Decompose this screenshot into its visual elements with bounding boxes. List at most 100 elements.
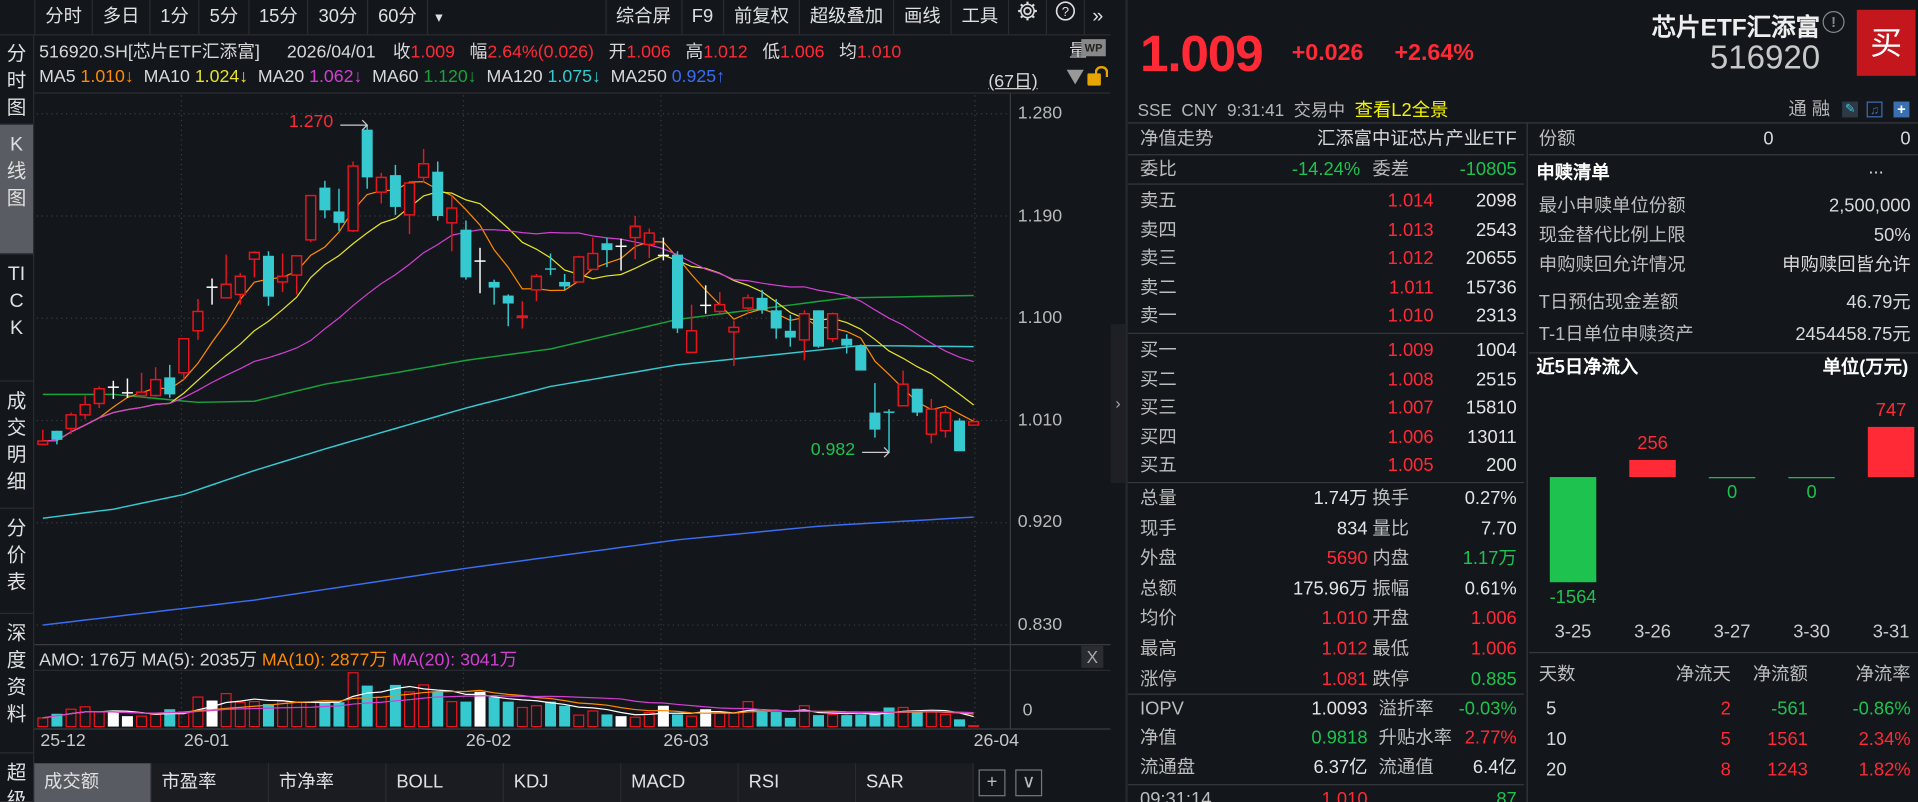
stat-value: 1.010	[1321, 608, 1368, 630]
volume-bar	[897, 706, 909, 728]
candle	[812, 310, 825, 348]
add-watchlist-icon[interactable]: +	[1893, 101, 1910, 118]
volume-bar	[756, 712, 768, 727]
candle-body	[671, 254, 683, 329]
date-tick-label: 26-03	[663, 731, 709, 752]
candle	[403, 182, 416, 235]
weicha-label: 委差	[1372, 159, 1410, 180]
stock-terminal: 分时 多日 1分 5分 15分 30分 60分 ▾ 综合屏 F9 前复权 超级叠…	[0, 0, 1918, 802]
candle-body	[319, 187, 331, 211]
candle-body	[643, 232, 655, 246]
candle-body	[291, 255, 303, 276]
candle-body	[305, 194, 317, 241]
level-volume: 2313	[1475, 306, 1517, 328]
date-tick-label: 26-01	[183, 731, 230, 752]
stat-label: 换手	[1372, 488, 1410, 509]
indicator-tab-4[interactable]: KDJ	[503, 763, 622, 802]
indicator-tab-6[interactable]: RSI	[738, 763, 857, 802]
indicator-tab-7[interactable]: SAR	[856, 763, 974, 802]
indicator-tab-1[interactable]: 市盈率	[151, 763, 270, 802]
amo-ma20: MA(20): 3041万	[392, 650, 518, 671]
net-inflow-bar	[1708, 477, 1756, 479]
candle	[150, 367, 162, 397]
divider	[1127, 481, 1525, 484]
candle	[700, 285, 712, 314]
flow-up-days: 8	[1720, 759, 1731, 781]
volume-bar	[389, 684, 401, 727]
indicator-tab-0[interactable]: 成交额	[34, 763, 152, 802]
collapse-panel-handle[interactable]: ›	[1110, 324, 1126, 484]
level-label: 卖四	[1140, 219, 1177, 241]
stat-label: 流通盘	[1140, 757, 1196, 778]
stat-value: 5690	[1326, 548, 1368, 570]
candle-body	[262, 255, 274, 297]
candle-body	[403, 182, 416, 216]
indicator-tab-2[interactable]: 市净率	[269, 763, 387, 802]
candle	[488, 279, 500, 305]
view-l2-link[interactable]: 查看L2全景	[1355, 100, 1449, 121]
column-divider	[1526, 122, 1528, 802]
candle-body	[897, 383, 909, 407]
weibi-label: 委比	[1140, 159, 1177, 180]
stat-value: 1.012	[1321, 638, 1368, 660]
redemption-list-more-button[interactable]: ...	[1868, 154, 1883, 183]
candle-body	[361, 129, 373, 178]
volume-bar	[573, 714, 585, 728]
candle	[178, 337, 190, 380]
candle-body	[65, 414, 77, 430]
last-price: 1.009	[1140, 24, 1264, 82]
net-inflow-value-label: 256	[1637, 432, 1668, 454]
candle	[756, 289, 768, 314]
stat-label: 均价	[1140, 608, 1177, 630]
more-indicators-button[interactable]: ∨	[1015, 769, 1043, 797]
redemption-item-label: 现金替代比例上限	[1538, 225, 1686, 246]
tick-price: 1.010	[1321, 788, 1368, 802]
stat-label: 净值	[1140, 727, 1177, 749]
indicator-tab-3[interactable]: BOLL	[386, 763, 504, 802]
volume-bar	[502, 701, 514, 727]
indicator-tab-5[interactable]: MACD	[621, 763, 739, 802]
candle	[375, 172, 387, 204]
flow-days: 20	[1546, 759, 1567, 781]
nav-trend-link[interactable]: 净值走势	[1140, 125, 1213, 154]
volume-bar	[841, 715, 853, 727]
stat-value: 2.77%	[1464, 727, 1517, 749]
period-high-annotation: 1.270	[288, 112, 334, 133]
volume-bar	[855, 714, 867, 727]
amo-ma5: MA(5): 2035万	[141, 650, 258, 671]
period-low-annotation: 0.982	[810, 440, 856, 460]
buy-button[interactable]: 买	[1856, 9, 1916, 76]
price-axis-label: 0.830	[1017, 615, 1063, 635]
stat-value: 6.37亿	[1313, 757, 1368, 778]
net-inflow-title: 近5日净流入	[1536, 357, 1639, 378]
amo-ma10: MA(10): 2877万	[261, 650, 388, 671]
candle	[276, 253, 289, 293]
stat-value: 1.081	[1321, 668, 1368, 690]
kline-chart[interactable]	[0, 0, 1111, 802]
volume-bar	[671, 714, 683, 727]
low-arrow-icon	[862, 447, 890, 458]
candle	[869, 383, 881, 438]
pencil-icon[interactable]: ✎	[1842, 101, 1859, 118]
stat-value: -0.03%	[1458, 698, 1517, 720]
candle-body	[474, 260, 486, 262]
candle-body	[107, 386, 119, 388]
add-indicator-button[interactable]: +	[978, 769, 1006, 797]
level-label: 买三	[1140, 397, 1177, 419]
price-axis-label: 1.010	[1017, 410, 1063, 431]
info-icon[interactable]: !	[1822, 11, 1845, 34]
level-label: 买四	[1140, 426, 1177, 448]
candle-body	[968, 420, 980, 426]
candle	[911, 388, 923, 416]
candle	[389, 164, 401, 215]
level-volume: 2543	[1475, 219, 1517, 241]
flow-rate: 1.82%	[1858, 759, 1911, 781]
quote-time: 9:31:41	[1227, 100, 1285, 120]
level-price: 1.006	[1387, 426, 1434, 448]
stat-label: 跌停	[1372, 668, 1410, 690]
bell-icon[interactable]: ♫	[1866, 101, 1883, 118]
close-indicator-button[interactable]: X	[1081, 645, 1104, 668]
candle-body	[714, 303, 726, 313]
candle-body	[657, 254, 669, 257]
level-volume: 200	[1486, 455, 1517, 477]
